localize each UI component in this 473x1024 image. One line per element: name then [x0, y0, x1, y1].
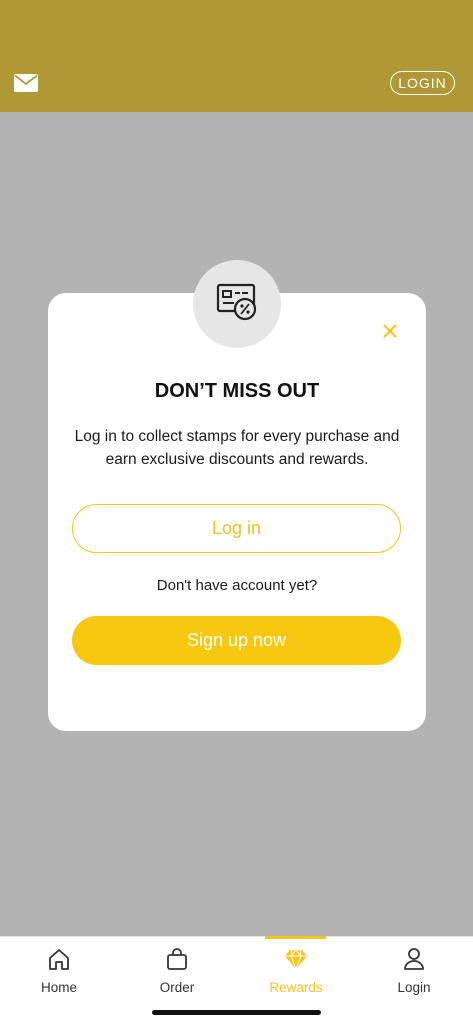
active-tab-indicator	[265, 936, 326, 939]
modal-description: Log in to collect stamps for every purch…	[74, 428, 400, 468]
diamond-icon	[285, 949, 307, 970]
tab-label: Login	[397, 980, 431, 995]
tab-rewards[interactable]: Rewards	[237, 937, 355, 1007]
home-indicator	[152, 1010, 321, 1015]
signup-button[interactable]: Sign up now	[72, 616, 401, 665]
tab-login[interactable]: Login	[355, 937, 473, 1007]
close-icon[interactable]	[381, 322, 399, 340]
tab-label: Rewards	[269, 980, 323, 995]
discount-card-icon	[214, 279, 260, 330]
mail-icon[interactable]	[14, 74, 38, 92]
person-icon	[404, 948, 424, 970]
modal-icon-badge	[193, 260, 281, 348]
login-button[interactable]: Log in	[72, 504, 401, 553]
bag-icon	[167, 948, 187, 970]
app-header	[0, 0, 473, 112]
tab-home[interactable]: Home	[0, 937, 118, 1007]
home-icon	[49, 949, 69, 970]
tab-label: Home	[40, 980, 77, 995]
modal-title: DON’T MISS OUT	[154, 380, 320, 402]
no-account-text: Don't have account yet?	[156, 577, 318, 594]
header-login-button[interactable]: LOGIN	[390, 71, 455, 95]
tab-order[interactable]: Order	[118, 937, 236, 1007]
tab-label: Order	[159, 980, 195, 995]
